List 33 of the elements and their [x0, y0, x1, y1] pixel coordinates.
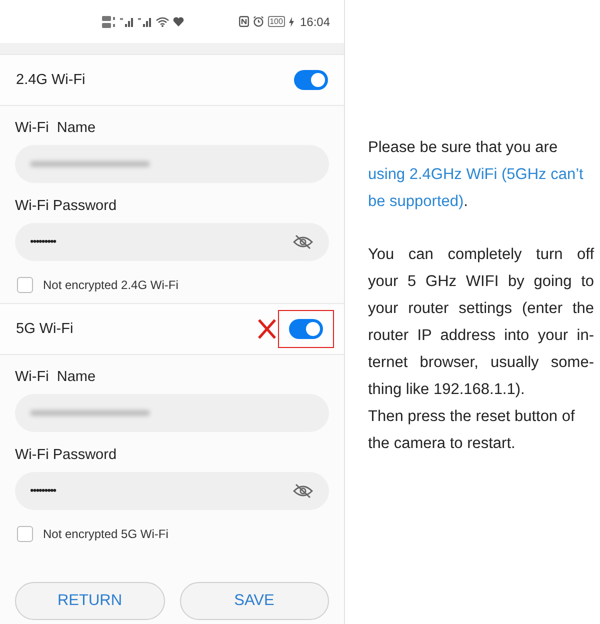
checkbox-label: Not encrypted 2.4G Wi-Fi [43, 278, 178, 292]
hidden-eye-icon[interactable] [293, 483, 313, 499]
field-label: Wi-Fi Name [15, 368, 97, 387]
input-field[interactable]: ••••••••• [15, 223, 329, 261]
nfc-icon [238, 16, 249, 27]
alarm-icon [252, 16, 264, 27]
input-field[interactable] [15, 145, 329, 183]
checkbox-label: Not encrypted 5G Wi-Fi [43, 527, 168, 541]
field-label: Wi-Fi Name [15, 119, 97, 138]
instruction-text: Please be sure that you are using 2.4GHz WiFi (5GHz can’t be supported). [368, 138, 584, 212]
return-button[interactable]: RETURN [15, 582, 164, 620]
instruction-text: You can completely turn off your 5 GHz WIFI by going to your router settings (enter the router IP address into your in- ternet browser, usually some- thing like 192.168.1.1). [368, 245, 594, 400]
battery-level: 100 [268, 16, 285, 27]
field-label: Wi-Fi Password [15, 446, 118, 465]
clock-time: 16:04 [300, 14, 330, 28]
input-field[interactable] [15, 394, 329, 432]
save-button[interactable]: SAVE [180, 582, 329, 620]
charging-icon [288, 16, 294, 26]
instruction-text: Then press the reset button of the camera to restart. [368, 407, 576, 454]
wifi-icon [156, 16, 169, 26]
sim-card-icon [102, 16, 116, 28]
checkbox[interactable] [17, 277, 33, 293]
heart-icon [173, 16, 184, 26]
setting-label: 5G Wi-Fi [16, 321, 74, 337]
input-field[interactable]: ••••••••• [15, 472, 329, 510]
hidden-eye-icon[interactable] [293, 234, 313, 250]
toggle-switch[interactable] [294, 70, 328, 90]
toggle-switch[interactable] [289, 319, 323, 339]
signal-icon [120, 16, 134, 26]
field-label: Wi-Fi Password [15, 197, 118, 216]
setting-label: 2.4G Wi-Fi [16, 72, 86, 88]
signal-icon [138, 16, 152, 26]
checkbox[interactable] [17, 526, 33, 542]
